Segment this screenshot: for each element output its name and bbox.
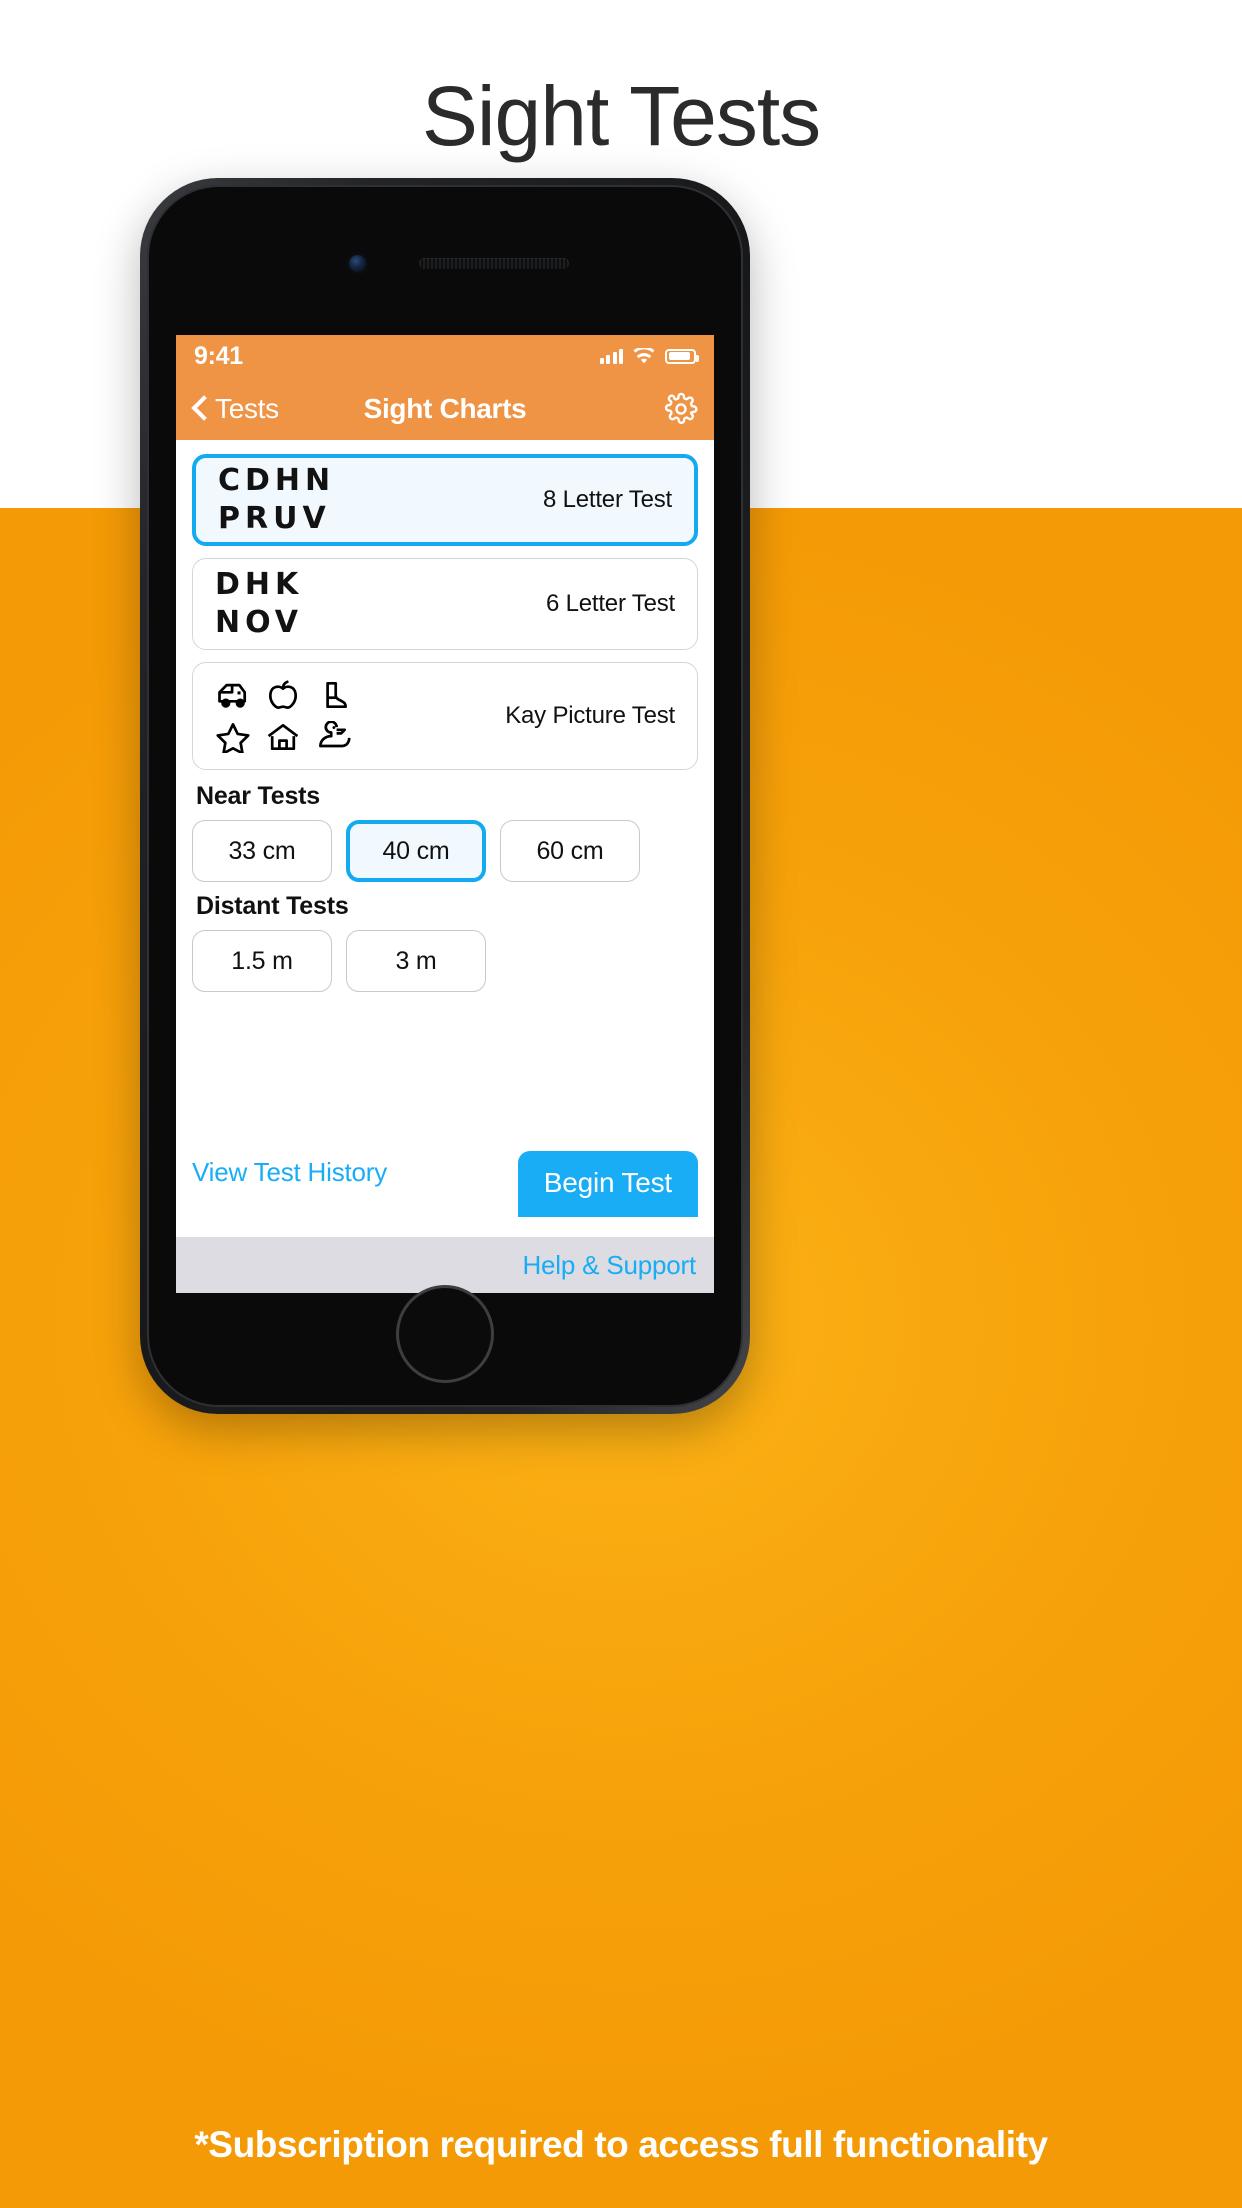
volume-down-button[interactable] <box>147 577 148 659</box>
gear-icon[interactable] <box>664 392 698 426</box>
front-camera-icon <box>349 255 366 272</box>
status-time: 9:41 <box>194 341 243 370</box>
page-title: Sight Tests <box>421 69 821 163</box>
power-button[interactable] <box>742 473 743 589</box>
view-test-history-link[interactable]: View Test History <box>192 1157 387 1188</box>
status-icons <box>599 347 699 365</box>
duck-icon <box>319 721 351 748</box>
action-row: View Test History Begin Test <box>192 1139 698 1217</box>
app-screen: 9:41 Tests Sight Charts CDHN PRUV 8 Lett… <box>176 335 714 1293</box>
apple-icon <box>269 680 297 709</box>
chip-label: 40 cm <box>382 836 450 865</box>
back-button-label: Tests <box>215 392 279 424</box>
car-icon <box>218 683 247 708</box>
chart-letters: DHK NOV <box>215 566 304 640</box>
distant-option-3m[interactable]: 3 m <box>346 930 486 992</box>
chip-label: 3 m <box>395 946 437 975</box>
wifi-icon <box>633 347 655 363</box>
distant-tests-title: Distant Tests <box>196 892 349 920</box>
begin-test-button[interactable]: Begin Test <box>517 1151 698 1217</box>
footnote-wrapper: *Subscription required to access full fu… <box>0 2124 1242 2166</box>
chip-label: 1.5 m <box>231 946 293 975</box>
chip-label: 33 cm <box>228 836 296 865</box>
volume-up-button[interactable] <box>147 477 148 559</box>
subscription-footnote: *Subscription required to access full fu… <box>194 2124 1048 2165</box>
nav-bar: Tests Sight Charts <box>176 377 714 440</box>
test-card-label: Kay Picture Test <box>505 702 675 729</box>
near-option-40cm[interactable]: 40 cm <box>346 820 486 882</box>
house-icon <box>267 723 299 751</box>
cellular-bars-icon <box>599 348 623 364</box>
kay-picture-grid <box>215 679 351 753</box>
distant-option-1-5m[interactable]: 1.5 m <box>192 930 332 992</box>
content-area: CDHN PRUV 8 Letter Test DHK NOV 6 Letter… <box>176 440 714 1293</box>
help-and-support-link[interactable]: Help & Support <box>522 1250 696 1281</box>
home-button[interactable] <box>396 1285 494 1383</box>
test-card-6-letter[interactable]: DHK NOV 6 Letter Test <box>192 558 698 650</box>
test-card-kay-picture[interactable]: Kay Picture Test <box>192 662 698 770</box>
earpiece-speaker <box>419 258 569 269</box>
test-card-8-letter[interactable]: CDHN PRUV 8 Letter Test <box>192 454 698 546</box>
near-option-60cm[interactable]: 60 cm <box>500 820 640 882</box>
near-tests-options: 33 cm 40 cm 60 cm <box>192 820 698 882</box>
phone-device: 9:41 Tests Sight Charts CDHN PRUV 8 Lett… <box>140 178 750 1414</box>
chart-letters: CDHN PRUV <box>218 462 336 536</box>
chip-label: 60 cm <box>536 836 604 865</box>
battery-icon <box>665 348 699 364</box>
mute-switch[interactable] <box>147 401 148 445</box>
test-card-label: 8 Letter Test <box>542 486 672 513</box>
back-button[interactable]: Tests <box>192 393 279 425</box>
star-icon <box>216 723 250 753</box>
phone-bezel: 9:41 Tests Sight Charts CDHN PRUV 8 Lett… <box>147 185 743 1407</box>
boot-icon <box>326 681 347 709</box>
status-bar: 9:41 <box>176 335 714 377</box>
distant-tests-options: 1.5 m 3 m <box>192 930 698 992</box>
chevron-left-icon <box>192 395 208 423</box>
near-tests-title: Near Tests <box>196 782 320 810</box>
test-card-label: 6 Letter Test <box>545 590 675 617</box>
near-option-33cm[interactable]: 33 cm <box>192 820 332 882</box>
